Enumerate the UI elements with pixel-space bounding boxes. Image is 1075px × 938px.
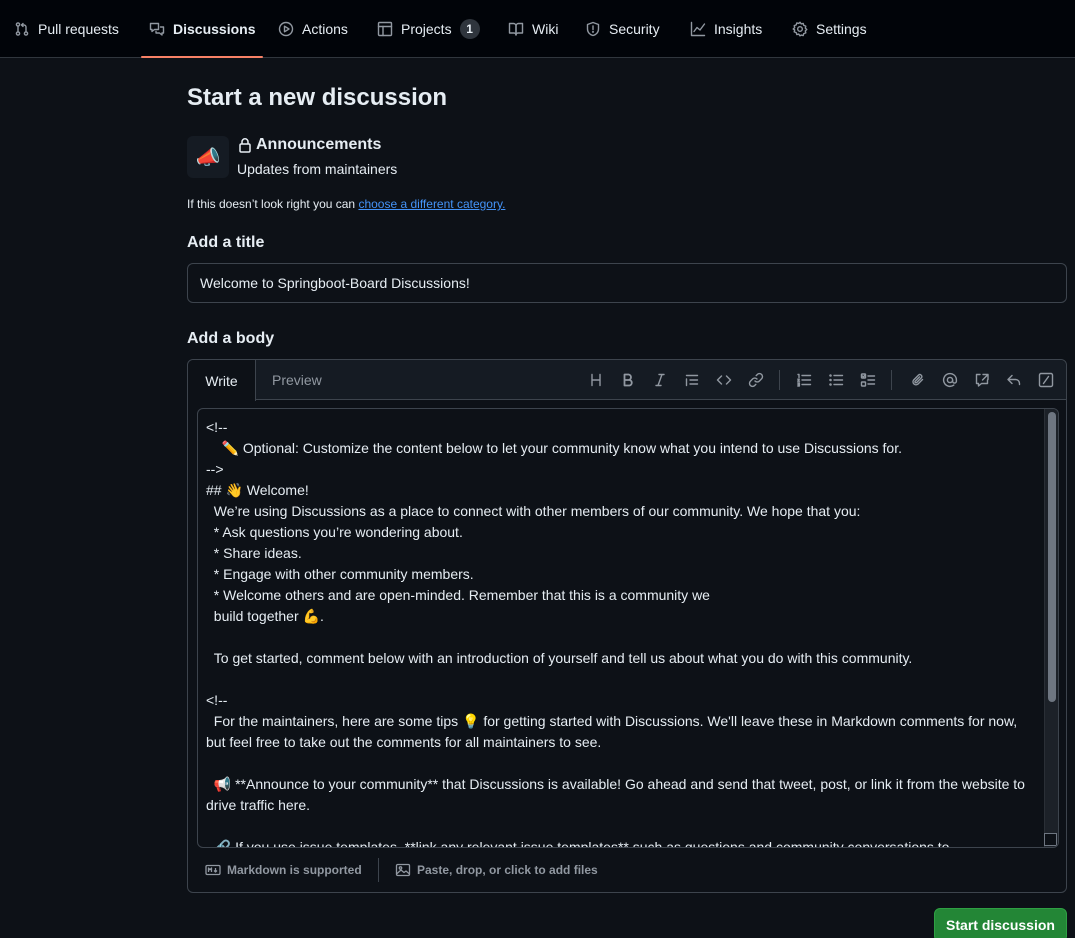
cross-reference-button[interactable] xyxy=(972,370,992,390)
tab-projects[interactable]: Projects 1 xyxy=(377,0,480,58)
numbered-list-button[interactable] xyxy=(794,370,814,390)
tab-pull-requests[interactable]: Pull requests xyxy=(14,0,119,58)
category-hint: If this doesn’t look right you can choos… xyxy=(187,197,505,211)
tab-insights[interactable]: Insights xyxy=(690,0,762,58)
shield-icon xyxy=(586,21,600,37)
git-pull-request-icon xyxy=(15,22,29,36)
code-icon xyxy=(716,375,732,385)
markdown-supported-link[interactable]: Markdown is supported xyxy=(205,856,362,884)
reply-icon xyxy=(1007,374,1021,386)
tab-label: Pull requests xyxy=(38,21,119,37)
tab-label: Wiki xyxy=(532,21,559,37)
body-textarea[interactable]: <!-- ✏️ Optional: Customize the content … xyxy=(197,408,1059,848)
toolbar-divider xyxy=(779,370,780,390)
tab-wiki[interactable]: Wiki xyxy=(508,0,558,58)
textarea-scrollbar[interactable] xyxy=(1044,409,1058,847)
cross-reference-icon xyxy=(975,373,989,387)
start-discussion-button[interactable]: Start discussion xyxy=(934,908,1067,938)
attach-icon xyxy=(912,373,924,386)
table-icon xyxy=(377,21,393,37)
quote-button[interactable] xyxy=(682,370,702,390)
page-title: Start a new discussion xyxy=(187,84,448,111)
repo-nav: Pull requests Discussions Actions Projec… xyxy=(0,0,1075,58)
lock-icon xyxy=(239,138,251,153)
bulleted-list-button[interactable] xyxy=(826,370,846,390)
tab-label: Insights xyxy=(714,21,763,37)
numbered-list-icon xyxy=(797,373,812,387)
toolbar-divider xyxy=(891,370,892,390)
bold-icon xyxy=(623,373,633,387)
mention-icon xyxy=(942,372,958,388)
comment-discussion-icon xyxy=(149,22,165,36)
graph-icon xyxy=(690,21,706,37)
book-icon xyxy=(508,22,524,36)
body-text: <!-- ✏️ Optional: Customize the content … xyxy=(206,419,1025,848)
task-list-button[interactable] xyxy=(858,370,878,390)
attach-button[interactable] xyxy=(908,370,928,390)
category-name: Announcements xyxy=(238,136,381,154)
category-name-label: Announcements xyxy=(256,136,382,153)
add-files-button[interactable]: Paste, drop, or click to add files xyxy=(395,856,598,884)
editor-header: Write Preview xyxy=(188,360,1066,401)
tab-label: Settings xyxy=(816,21,867,37)
body-editor: Write Preview <!-- ✏️ Optional: Customiz… xyxy=(187,359,1067,893)
mention-button[interactable] xyxy=(940,370,960,390)
markdown-icon xyxy=(205,864,221,876)
bold-button[interactable] xyxy=(618,370,638,390)
title-input[interactable] xyxy=(187,263,1067,303)
heading-icon xyxy=(591,373,601,387)
play-icon xyxy=(278,21,294,37)
title-label: Add a title xyxy=(187,234,265,251)
tab-write[interactable]: Write xyxy=(188,360,256,401)
tab-settings[interactable]: Settings xyxy=(792,0,867,58)
tab-preview[interactable]: Preview xyxy=(272,360,322,400)
body-label: Add a body xyxy=(187,330,275,347)
editor-footer: Markdown is supported Paste, drop, or cl… xyxy=(188,856,1066,884)
image-icon xyxy=(395,863,411,877)
reply-button[interactable] xyxy=(1004,370,1024,390)
choose-category-link[interactable]: choose a different category. xyxy=(358,197,505,211)
tab-actions[interactable]: Actions xyxy=(278,0,348,58)
tab-label: Actions xyxy=(302,21,348,37)
category-hint-text: If this doesn’t look right you can xyxy=(187,197,359,211)
attach-note: Paste, drop, or click to add files xyxy=(417,863,598,877)
slash-commands-icon xyxy=(1038,372,1054,388)
markdown-note: Markdown is supported xyxy=(227,863,362,877)
tab-label: Discussions xyxy=(173,21,256,37)
italic-button[interactable] xyxy=(650,370,670,390)
tab-label: Security xyxy=(609,21,660,37)
heading-button[interactable] xyxy=(586,370,606,390)
footer-divider xyxy=(378,858,379,882)
link-icon xyxy=(748,372,764,388)
tab-security[interactable]: Security xyxy=(585,0,660,58)
task-list-icon xyxy=(860,373,876,387)
tab-discussions[interactable]: Discussions xyxy=(140,0,265,58)
scrollbar-thumb[interactable] xyxy=(1048,412,1056,702)
italic-icon xyxy=(655,373,665,387)
bulleted-list-icon xyxy=(829,374,844,386)
link-button[interactable] xyxy=(746,370,766,390)
quote-icon xyxy=(685,374,699,387)
tab-label: Projects xyxy=(401,21,452,37)
category-emoji: 📣 xyxy=(187,136,229,178)
projects-count-badge: 1 xyxy=(459,19,480,39)
slash-commands-button[interactable] xyxy=(1036,370,1056,390)
gear-icon xyxy=(792,21,808,37)
category-description: Updates from maintainers xyxy=(237,161,398,177)
code-button[interactable] xyxy=(714,370,734,390)
resize-handle[interactable] xyxy=(1044,833,1057,846)
